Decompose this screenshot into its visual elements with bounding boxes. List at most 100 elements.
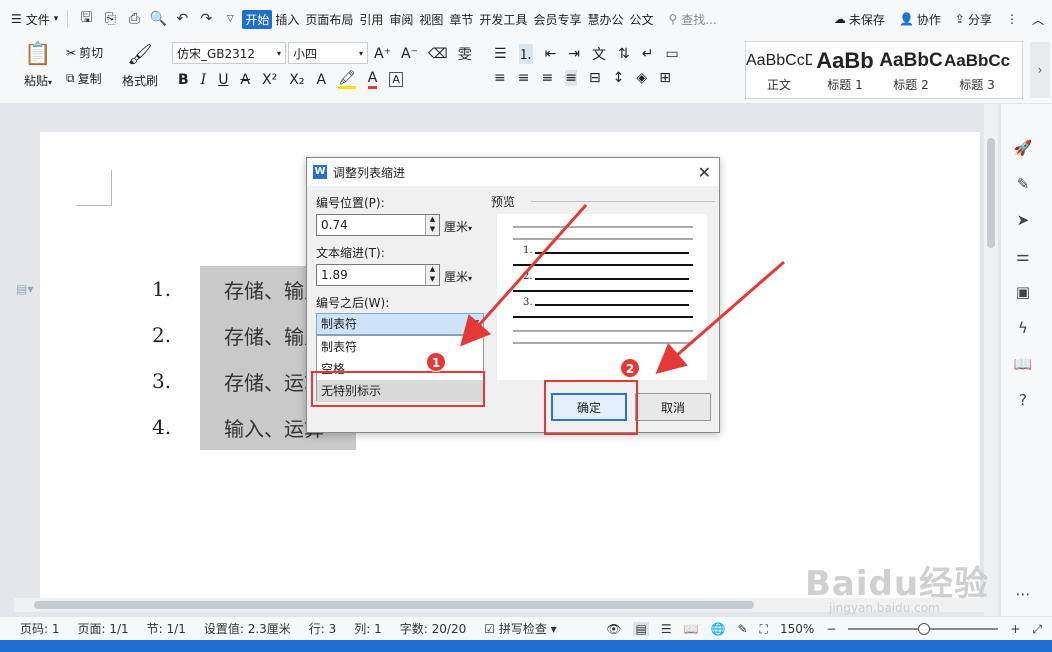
chinese-layout-icon[interactable]: 文 [592, 44, 606, 64]
style-heading-3[interactable]: AaBbCc 标题 3 [944, 42, 1010, 98]
reading-view-icon[interactable]: 📖 [684, 622, 699, 636]
export-pdf-icon[interactable]: ⎘ [101, 10, 119, 28]
table-ruler-icon[interactable]: ▭ [666, 46, 679, 62]
char-border-icon[interactable]: A [389, 72, 403, 87]
bullet-list-icon[interactable]: ☰ [494, 46, 507, 62]
superscript-icon[interactable]: X² [262, 72, 277, 88]
tab-review[interactable]: 审阅 [386, 11, 416, 28]
tab-developer[interactable]: 开发工具 [476, 11, 530, 28]
phonetic-icon[interactable]: 雯 [458, 44, 472, 64]
increase-indent-icon[interactable]: ⇥ [568, 46, 580, 62]
font-color-icon[interactable]: A [367, 70, 378, 89]
scrollbar-thumb[interactable] [34, 601, 754, 609]
tab-home[interactable]: 开始 [242, 9, 273, 29]
number-position-unit[interactable]: 厘米▾ [444, 218, 472, 235]
show-marks-icon[interactable]: ↵ [642, 46, 654, 62]
undo-icon[interactable]: ↶ [173, 10, 191, 28]
search-box[interactable]: ⚲ 查找... [668, 11, 748, 28]
tab-smart-office[interactable]: 慧办公 [584, 11, 626, 28]
sort-icon[interactable]: ⇅ [618, 46, 630, 62]
highlight-icon[interactable]: 🖍 [338, 70, 356, 89]
align-left-icon[interactable]: ≡ [494, 70, 506, 86]
justify-icon[interactable]: ≡ [565, 70, 577, 86]
quick-access-dropdown-icon[interactable]: ▽ [221, 10, 239, 28]
zoom-knob[interactable] [918, 623, 931, 635]
copy-button[interactable]: ⧉ 复制 [66, 70, 102, 87]
align-center-icon[interactable]: ≡ [518, 70, 530, 86]
text-effect-icon[interactable]: A [316, 72, 326, 88]
bold-icon[interactable]: B [178, 72, 189, 88]
italic-icon[interactable]: I [201, 72, 207, 88]
file-menu[interactable]: ☰ 文件 ▾ [8, 11, 61, 28]
strikethrough-icon[interactable]: A [240, 72, 250, 88]
text-indent-unit[interactable]: 厘米▾ [444, 268, 472, 285]
sliders-icon[interactable]: ⚌ [1013, 246, 1033, 266]
redo-icon[interactable]: ↷ [197, 10, 215, 28]
scrollbar-thumb[interactable] [987, 138, 995, 248]
style-heading-1[interactable]: AaBb 标题 1 [812, 42, 878, 98]
shrink-font-icon[interactable]: A⁻ [401, 46, 418, 62]
status-pages[interactable]: 页面: 1/1 [78, 620, 129, 637]
cursor-icon[interactable]: ➤ [1013, 210, 1033, 230]
zoom-in-icon[interactable]: + [1010, 622, 1020, 636]
spell-check-button[interactable]: ☑ 拼写检查 ▾ [484, 620, 556, 637]
help-icon[interactable]: ? [1013, 390, 1033, 410]
distribute-icon[interactable]: ⊟ [589, 70, 601, 86]
rocket-icon[interactable]: 🚀 [1013, 138, 1033, 158]
tab-insert[interactable]: 插入 [272, 11, 302, 28]
collab-button[interactable]: 👤 协作 [899, 11, 941, 28]
clear-format-icon[interactable]: ⌫ [428, 46, 448, 62]
font-name-select[interactable]: 仿宋_GB2312 ▾ [172, 42, 286, 64]
numbered-list-icon[interactable]: ⒈ [518, 44, 533, 64]
eye-icon[interactable]: 👁 [606, 622, 621, 636]
page-view-icon[interactable]: ▤ [633, 622, 649, 636]
tab-member[interactable]: 会员专享 [530, 11, 584, 28]
tab-section[interactable]: 章节 [446, 11, 476, 28]
more-icon[interactable]: ⋮ [1006, 12, 1018, 26]
grow-font-icon[interactable]: A⁺ [374, 46, 391, 62]
subscript-icon[interactable]: X₂ [289, 72, 304, 88]
cancel-button[interactable]: 取消 [635, 393, 711, 421]
pen-icon[interactable]: ✎ [1013, 174, 1033, 194]
print-icon[interactable]: ⎙ [125, 10, 143, 28]
after-number-select[interactable]: 制表符 ▼ [316, 313, 484, 335]
image-tools-icon[interactable]: ▣ [1013, 282, 1033, 302]
lightning-icon[interactable]: ϟ [1013, 318, 1033, 338]
tab-official-doc[interactable]: 公文 [626, 11, 656, 28]
shading-icon[interactable]: ◈ [636, 70, 647, 86]
style-normal[interactable]: AaBbCcDd 正文 [746, 42, 812, 98]
pen-icon[interactable]: ✎ [737, 622, 747, 636]
decrease-indent-icon[interactable]: ⇤ [545, 46, 557, 62]
spin-down-icon[interactable]: ▼ [426, 225, 439, 235]
spin-up-icon[interactable]: ▲ [426, 265, 439, 275]
tab-page-layout[interactable]: 页面布局 [302, 11, 356, 28]
fit-page-icon[interactable]: ⛶ [760, 622, 768, 637]
status-word-count[interactable]: 字数: 20/20 [400, 620, 466, 637]
tab-references[interactable]: 引用 [356, 11, 386, 28]
underline-icon[interactable]: U [218, 72, 228, 88]
format-painter-button[interactable]: 🖌 格式刷 [118, 42, 162, 89]
number-position-spinner[interactable]: ▲ ▼ [425, 215, 439, 235]
print-preview-icon[interactable]: 🔍 [149, 10, 167, 28]
align-right-icon[interactable]: ≡ [541, 70, 553, 86]
unsaved-button[interactable]: ☁ 未保存 [834, 11, 885, 28]
close-icon[interactable]: ✕ [698, 163, 711, 182]
outline-view-icon[interactable]: ☰ [661, 622, 672, 636]
save-icon[interactable]: 🖫 [77, 10, 95, 28]
share-button[interactable]: ⇪ 分享 [955, 11, 992, 28]
borders-icon[interactable]: ⊞ [659, 70, 671, 86]
option-tab[interactable]: 制表符 [317, 336, 483, 358]
zoom-slider[interactable] [848, 623, 999, 635]
line-spacing-icon[interactable]: ↕ [613, 70, 625, 86]
spin-down-icon[interactable]: ▼ [426, 275, 439, 285]
text-indent-input[interactable]: 1.89 ▲ ▼ [316, 264, 440, 286]
collapse-ribbon-icon[interactable]: ︿ [1032, 11, 1044, 28]
tab-view[interactable]: 视图 [416, 11, 446, 28]
fullscreen-icon[interactable]: ⤢ [1032, 622, 1042, 637]
book-icon[interactable]: 📖 [1013, 354, 1033, 374]
spin-up-icon[interactable]: ▲ [426, 215, 439, 225]
more-icon[interactable]: ⋯ [1013, 584, 1033, 604]
vertical-scrollbar[interactable] [984, 104, 998, 616]
style-heading-2[interactable]: AaBbC 标题 2 [878, 42, 944, 98]
zoom-out-icon[interactable]: − [826, 622, 836, 636]
